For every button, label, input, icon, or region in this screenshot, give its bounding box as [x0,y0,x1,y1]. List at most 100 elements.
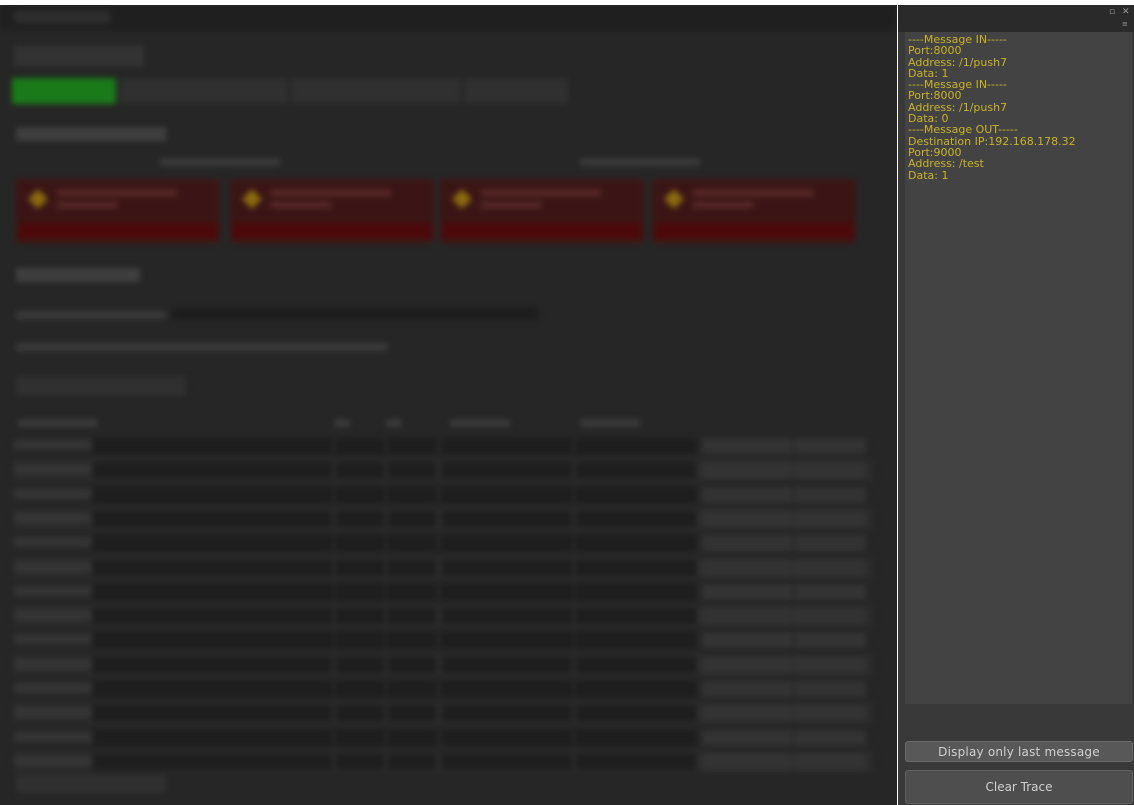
row-field[interactable] [92,753,332,770]
nav-button[interactable] [464,78,568,104]
nav-button[interactable] [292,78,460,104]
row-field[interactable] [388,486,436,503]
row-field[interactable] [388,729,436,746]
row-button[interactable] [794,583,866,600]
trace-log[interactable]: ----Message IN----- Port:8000 Address: /1/… [905,32,1132,704]
table-row[interactable] [14,629,874,651]
table-row[interactable] [14,750,874,773]
row-field[interactable] [442,753,572,770]
row-field[interactable] [92,632,332,649]
mapping-field[interactable] [172,308,538,320]
row-button[interactable] [702,753,792,770]
row-button[interactable] [794,462,866,479]
row-field[interactable] [442,729,572,746]
row-button[interactable] [794,681,866,697]
row-field[interactable] [576,583,696,600]
row-button[interactable] [794,729,866,746]
row-button[interactable] [794,608,866,625]
row-field[interactable] [336,753,384,770]
table-row[interactable] [14,581,874,603]
row-field[interactable] [388,681,436,697]
row-field[interactable] [336,632,384,649]
row-field[interactable] [92,705,332,722]
row-field[interactable] [336,486,384,503]
row-button[interactable] [702,608,792,625]
display-last-message-button[interactable]: Display only last message [905,741,1133,762]
row-field[interactable] [576,705,696,722]
row-field[interactable] [576,510,696,527]
row-button[interactable] [702,559,792,576]
row-button[interactable] [794,438,866,454]
row-button[interactable] [702,705,792,722]
row-field[interactable] [92,486,332,503]
table-row[interactable] [14,727,874,749]
row-field[interactable] [92,510,332,527]
row-field[interactable] [92,438,332,454]
row-button[interactable] [702,535,792,552]
row-field[interactable] [336,608,384,625]
row-field[interactable] [388,656,436,673]
row-field[interactable] [388,462,436,479]
row-field[interactable] [92,608,332,625]
row-field[interactable] [336,559,384,576]
row-field[interactable] [92,583,332,600]
row-field[interactable] [92,729,332,746]
warning-button[interactable] [19,223,217,239]
table-row[interactable] [14,678,874,700]
footer-button[interactable] [16,775,166,793]
row-button[interactable] [702,729,792,746]
row-button[interactable] [702,656,792,673]
row-field[interactable] [576,681,696,697]
row-field[interactable] [442,559,572,576]
table-row[interactable] [14,605,874,628]
table-row[interactable] [14,702,874,725]
row-field[interactable] [388,535,436,552]
row-field[interactable] [576,729,696,746]
nav-button[interactable] [120,78,288,104]
row-button[interactable] [794,656,866,673]
row-field[interactable] [92,656,332,673]
row-field[interactable] [442,438,572,454]
row-field[interactable] [442,681,572,697]
row-button[interactable] [794,632,866,649]
row-field[interactable] [336,656,384,673]
warning-button[interactable] [233,223,431,239]
row-field[interactable] [442,510,572,527]
row-field[interactable] [336,705,384,722]
row-button[interactable] [702,681,792,697]
editor-tab[interactable] [14,11,110,23]
row-button[interactable] [794,753,866,770]
table-row[interactable] [14,484,874,506]
row-field[interactable] [336,681,384,697]
clear-trace-button[interactable]: Clear Trace [905,770,1133,804]
row-field[interactable] [388,705,436,722]
row-button[interactable] [794,486,866,503]
row-button[interactable] [794,705,866,722]
row-field[interactable] [442,608,572,625]
row-field[interactable] [576,462,696,479]
row-field[interactable] [442,632,572,649]
row-field[interactable] [92,535,332,552]
row-field[interactable] [442,462,572,479]
row-button[interactable] [702,462,792,479]
row-field[interactable] [388,632,436,649]
add-mapping-button[interactable] [16,376,186,396]
row-field[interactable] [388,559,436,576]
table-row[interactable] [14,507,874,530]
row-field[interactable] [442,656,572,673]
row-field[interactable] [92,559,332,576]
row-field[interactable] [388,510,436,527]
row-field[interactable] [576,632,696,649]
table-row[interactable] [14,532,874,554]
row-field[interactable] [442,535,572,552]
close-icon[interactable]: ✕ [1122,8,1130,17]
row-field[interactable] [576,559,696,576]
row-field[interactable] [92,681,332,697]
row-field[interactable] [336,510,384,527]
row-field[interactable] [442,583,572,600]
warning-button[interactable] [655,223,853,239]
row-field[interactable] [442,486,572,503]
row-button[interactable] [794,559,866,576]
row-field[interactable] [336,535,384,552]
row-field[interactable] [442,705,572,722]
